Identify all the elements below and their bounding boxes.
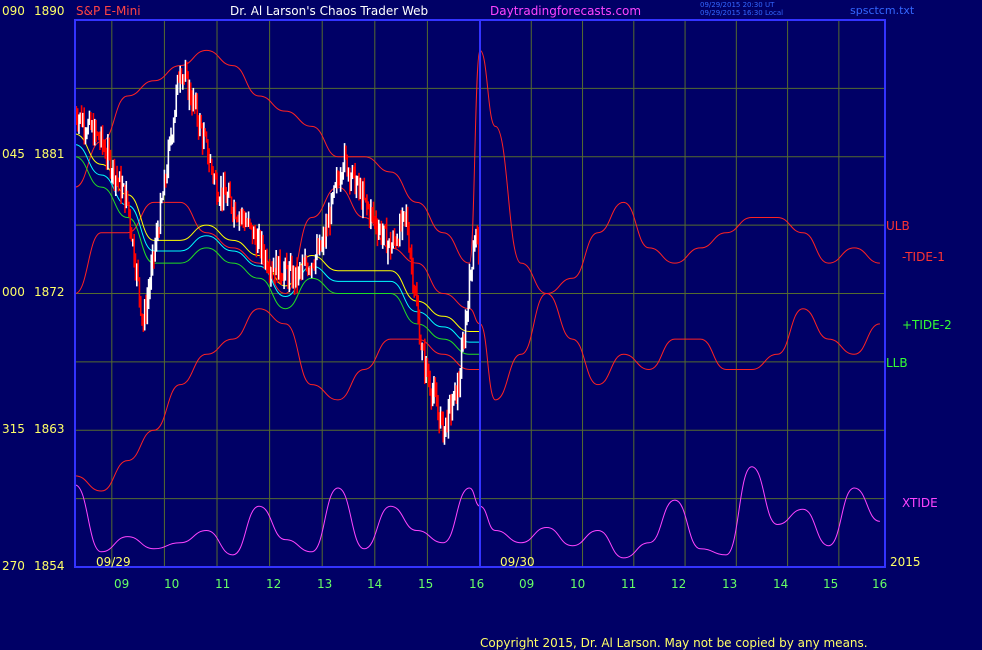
hour-label: 10: [570, 577, 586, 591]
date-label-1: 09/29: [96, 555, 131, 569]
series-label-xtide: XTIDE: [902, 496, 938, 510]
price-bars: [74, 59, 480, 445]
hour-label: 11: [621, 577, 637, 591]
moving-average-yellow: [74, 133, 480, 332]
hour-label: 13: [722, 577, 738, 591]
hour-label: 15: [823, 577, 839, 591]
hour-label: 09: [519, 577, 535, 591]
chart-series: [74, 49, 880, 559]
year-label: 2015: [890, 555, 921, 569]
hour-label: 16: [872, 577, 888, 591]
hour-label: 11: [215, 577, 231, 591]
chart-canvas: [74, 19, 886, 568]
copyright-notice: Copyright 2015, Dr. Al Larson. May not b…: [480, 636, 868, 650]
series-line-ulb: [74, 49, 880, 295]
hour-label: 15: [418, 577, 434, 591]
hour-label: 14: [773, 577, 789, 591]
hour-label: 09: [114, 577, 130, 591]
hour-label: 13: [317, 577, 333, 591]
series-label-ulb: ULB: [886, 219, 910, 233]
series-label-tide2: +TIDE-2: [902, 318, 952, 332]
series-label-llb: LLB: [886, 356, 908, 370]
series-line-xtide: [74, 466, 880, 559]
hour-label: 16: [469, 577, 485, 591]
date-label-2: 09/30: [500, 555, 535, 569]
series-label-tide1: -TIDE-1: [902, 250, 945, 264]
hour-label: 10: [164, 577, 180, 591]
hour-label: 12: [266, 577, 282, 591]
hour-label: 14: [367, 577, 383, 591]
hour-label: 12: [671, 577, 687, 591]
